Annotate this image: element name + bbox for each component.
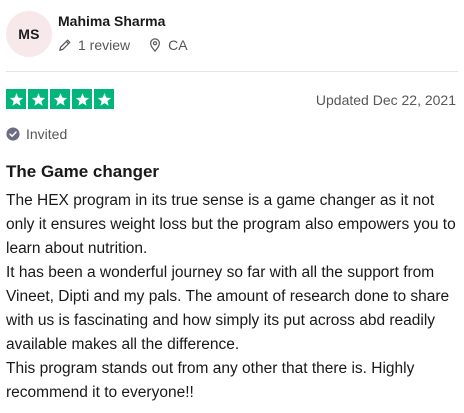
avatar[interactable]: MS xyxy=(6,11,52,57)
reviewer-country: CA xyxy=(168,37,188,53)
review-title[interactable]: The Game changer xyxy=(6,162,159,182)
review-paragraph: The HEX program in its true sense is a g… xyxy=(6,192,456,257)
invited-text: Invited xyxy=(26,126,68,142)
avatar-initials: MS xyxy=(18,26,40,42)
review-count: 1 review xyxy=(78,37,131,53)
reviewer-meta: 1 review CA xyxy=(58,37,188,53)
star-icon xyxy=(50,89,70,109)
review-paragraph: This program stands out from any other t… xyxy=(6,360,415,401)
reviewer-name[interactable]: Mahima Sharma xyxy=(58,13,165,29)
divider xyxy=(6,71,458,72)
review-paragraph: It has been a wonderful journey so far w… xyxy=(6,264,450,353)
invited-label[interactable]: Invited xyxy=(6,126,67,142)
star-icon xyxy=(72,89,92,109)
pencil-icon xyxy=(59,39,71,51)
check-circle-icon xyxy=(6,127,20,141)
star-icon xyxy=(6,89,26,109)
location-pin-icon xyxy=(150,38,161,52)
star-rating xyxy=(6,89,114,109)
review-date: Updated Dec 22, 2021 xyxy=(315,92,456,108)
star-icon xyxy=(94,89,114,109)
review-body: The HEX program in its true sense is a g… xyxy=(6,189,458,405)
star-icon xyxy=(28,89,48,109)
